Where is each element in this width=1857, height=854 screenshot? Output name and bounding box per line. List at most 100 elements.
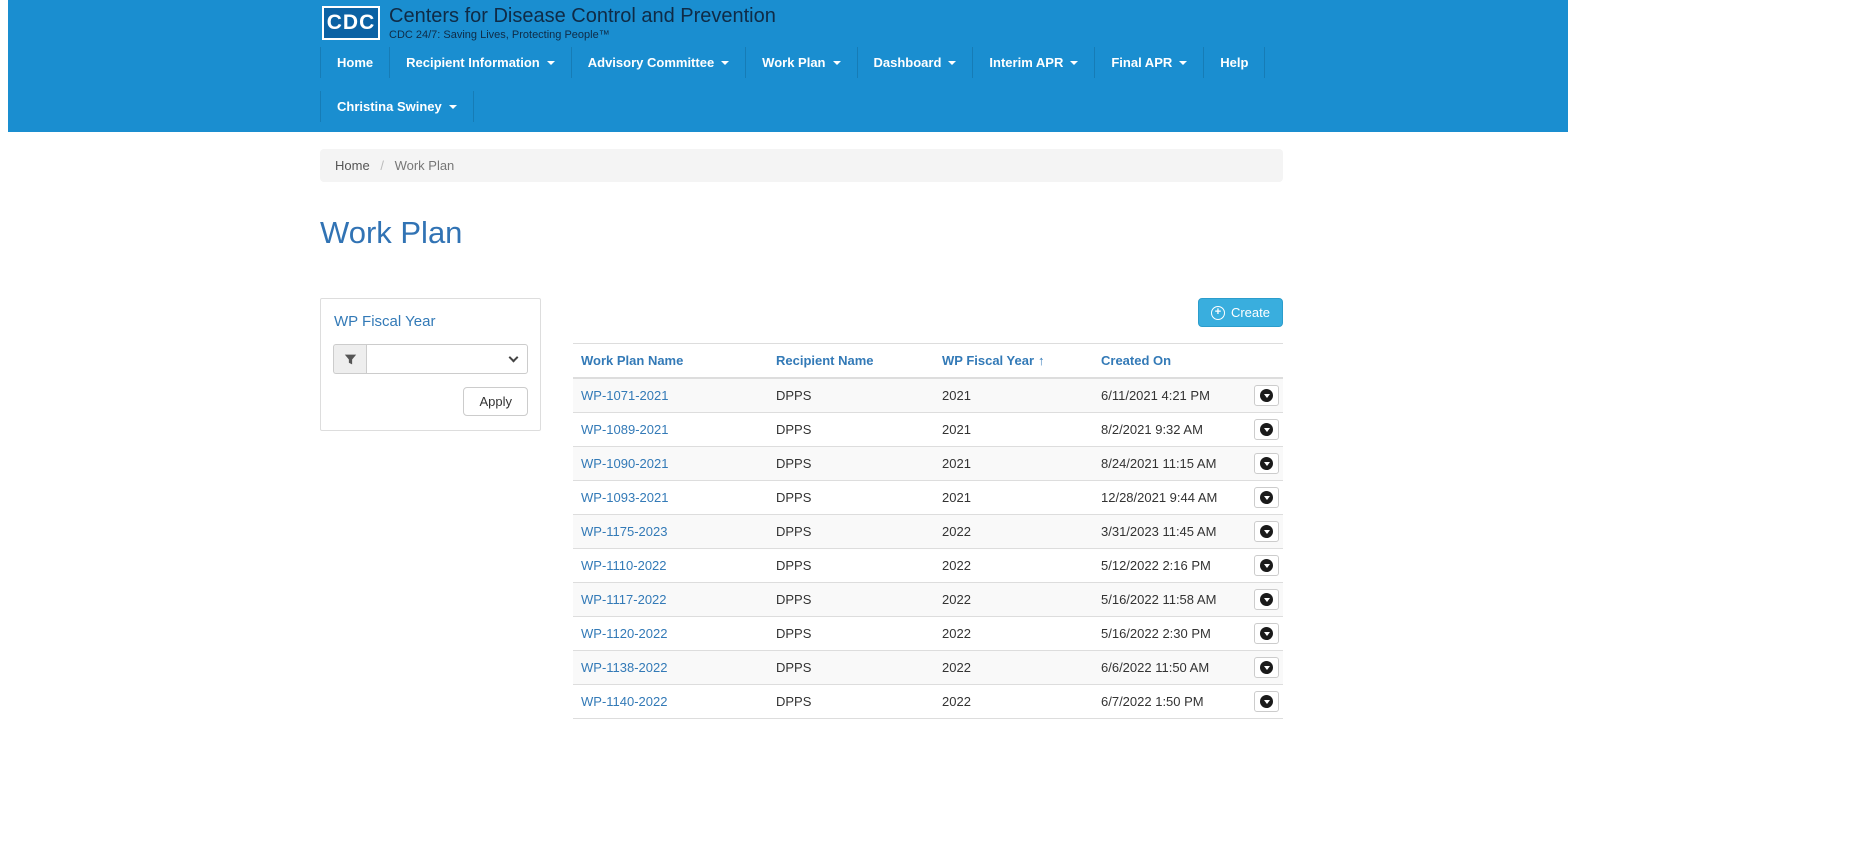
row-actions-button[interactable] — [1254, 419, 1279, 440]
user-menu[interactable]: Christina Swiney — [320, 91, 474, 122]
cell-wp-fiscal-year: 2022 — [934, 651, 1093, 685]
work-plan-link[interactable]: WP-1117-2022 — [581, 592, 667, 607]
chevron-down-icon — [509, 352, 519, 362]
row-actions-button[interactable] — [1254, 657, 1279, 678]
cell-wp-fiscal-year: 2021 — [934, 413, 1093, 447]
table-row: WP-1138-2022DPPS20226/6/2022 11:50 AM — [573, 651, 1283, 685]
nav-item-label: Advisory Committee — [588, 55, 714, 70]
cell-created-on: 6/6/2022 11:50 AM — [1093, 651, 1250, 685]
row-actions-button[interactable] — [1254, 385, 1279, 406]
cell-actions — [1250, 651, 1283, 685]
cell-created-on: 5/16/2022 2:30 PM — [1093, 617, 1250, 651]
fiscal-year-select[interactable] — [366, 344, 528, 374]
cell-work-plan-name: WP-1120-2022 — [573, 617, 768, 651]
work-plan-link[interactable]: WP-1138-2022 — [581, 660, 667, 675]
nav-item-advisory-committee[interactable]: Advisory Committee — [572, 47, 746, 78]
cell-actions — [1250, 447, 1283, 481]
column-header-work-plan-name[interactable]: Work Plan Name — [573, 344, 768, 379]
create-button[interactable]: + Create — [1198, 298, 1283, 327]
row-actions-button[interactable] — [1254, 453, 1279, 474]
filter-icon — [344, 353, 357, 366]
nav-item-label: Final APR — [1111, 55, 1172, 70]
breadcrumb-separator: / — [380, 158, 384, 173]
page: CDC Centers for Disease Control and Prev… — [8, 0, 1568, 779]
column-header-recipient-name[interactable]: Recipient Name — [768, 344, 934, 379]
work-plan-link[interactable]: WP-1093-2021 — [581, 490, 668, 505]
cell-work-plan-name: WP-1175-2023 — [573, 515, 768, 549]
column-header-label: Created On — [1101, 353, 1171, 368]
cell-wp-fiscal-year: 2022 — [934, 549, 1093, 583]
table-row: WP-1117-2022DPPS20225/16/2022 11:58 AM — [573, 583, 1283, 617]
table-row: WP-1071-2021DPPS20216/11/2021 4:21 PM — [573, 378, 1283, 413]
circle-caret-down-icon — [1260, 423, 1273, 436]
cell-wp-fiscal-year: 2022 — [934, 583, 1093, 617]
actions-column-header — [1250, 344, 1283, 379]
cell-recipient-name: DPPS — [768, 378, 934, 413]
work-plan-link[interactable]: WP-1120-2022 — [581, 626, 667, 641]
cdc-brand: CDC Centers for Disease Control and Prev… — [320, 3, 1568, 47]
nav-item-dashboard[interactable]: Dashboard — [858, 47, 974, 78]
work-plan-link[interactable]: WP-1140-2022 — [581, 694, 667, 709]
brand-text: Centers for Disease Control and Preventi… — [389, 5, 776, 41]
table-row: WP-1093-2021DPPS202112/28/2021 9:44 AM — [573, 481, 1283, 515]
row-actions-button[interactable] — [1254, 589, 1279, 610]
cell-work-plan-name: WP-1138-2022 — [573, 651, 768, 685]
cdc-logo-icon[interactable]: CDC — [322, 6, 380, 40]
cell-wp-fiscal-year: 2022 — [934, 685, 1093, 719]
caret-down-icon — [721, 61, 729, 65]
sort-ascending-icon: ↑ — [1038, 353, 1045, 368]
cell-created-on: 6/7/2022 1:50 PM — [1093, 685, 1250, 719]
cell-recipient-name: DPPS — [768, 515, 934, 549]
nav-item-home[interactable]: Home — [320, 47, 390, 78]
circle-caret-down-icon — [1260, 593, 1273, 606]
cell-actions — [1250, 515, 1283, 549]
cell-work-plan-name: WP-1089-2021 — [573, 413, 768, 447]
breadcrumb-home[interactable]: Home — [335, 158, 370, 173]
nav-item-interim-apr[interactable]: Interim APR — [973, 47, 1095, 78]
column-header-label: Work Plan Name — [581, 353, 683, 368]
cell-work-plan-name: WP-1110-2022 — [573, 549, 768, 583]
table-body: WP-1071-2021DPPS20216/11/2021 4:21 PMWP-… — [573, 378, 1283, 719]
cell-work-plan-name: WP-1071-2021 — [573, 378, 768, 413]
work-plan-link[interactable]: WP-1175-2023 — [581, 524, 667, 539]
column-header-created-on[interactable]: Created On — [1093, 344, 1250, 379]
nav-item-final-apr[interactable]: Final APR — [1095, 47, 1204, 78]
page-title: Work Plan — [320, 215, 1283, 251]
work-plan-link[interactable]: WP-1071-2021 — [581, 388, 668, 403]
column-header-label: WP Fiscal Year — [942, 353, 1034, 368]
work-plan-link[interactable]: WP-1089-2021 — [581, 422, 668, 437]
work-plan-link[interactable]: WP-1110-2022 — [581, 558, 667, 573]
work-plan-link[interactable]: WP-1090-2021 — [581, 456, 668, 471]
filter-icon-button[interactable] — [333, 344, 366, 374]
row-actions-button[interactable] — [1254, 623, 1279, 644]
cell-created-on: 6/11/2021 4:21 PM — [1093, 378, 1250, 413]
row-actions-button[interactable] — [1254, 487, 1279, 508]
apply-button[interactable]: Apply — [463, 387, 528, 416]
cell-created-on: 5/16/2022 11:58 AM — [1093, 583, 1250, 617]
row-actions-button[interactable] — [1254, 691, 1279, 712]
cell-actions — [1250, 549, 1283, 583]
circle-caret-down-icon — [1260, 627, 1273, 640]
nav-item-work-plan[interactable]: Work Plan — [746, 47, 857, 78]
content-row: WP Fiscal Year Apply — [320, 298, 1283, 779]
caret-down-icon — [948, 61, 956, 65]
column-header-wp-fiscal-year[interactable]: WP Fiscal Year ↑ — [934, 344, 1093, 379]
nav-item-help[interactable]: Help — [1204, 47, 1265, 78]
work-plan-table: Work Plan NameRecipient NameWP Fiscal Ye… — [573, 343, 1283, 719]
table-toolbar: + Create — [573, 298, 1283, 327]
cell-wp-fiscal-year: 2021 — [934, 447, 1093, 481]
cell-actions — [1250, 378, 1283, 413]
caret-down-icon — [1264, 632, 1270, 636]
circle-caret-down-icon — [1260, 491, 1273, 504]
cell-recipient-name: DPPS — [768, 447, 934, 481]
nav-item-recipient-information[interactable]: Recipient Information — [390, 47, 572, 78]
row-actions-button[interactable] — [1254, 555, 1279, 576]
site-title: Centers for Disease Control and Preventi… — [389, 5, 776, 27]
row-actions-button[interactable] — [1254, 521, 1279, 542]
cell-actions — [1250, 685, 1283, 719]
filter-panel-title: WP Fiscal Year — [334, 313, 528, 330]
circle-caret-down-icon — [1260, 695, 1273, 708]
site-header: CDC Centers for Disease Control and Prev… — [8, 0, 1568, 132]
filter-panel: WP Fiscal Year Apply — [320, 298, 541, 431]
circle-caret-down-icon — [1260, 661, 1273, 674]
